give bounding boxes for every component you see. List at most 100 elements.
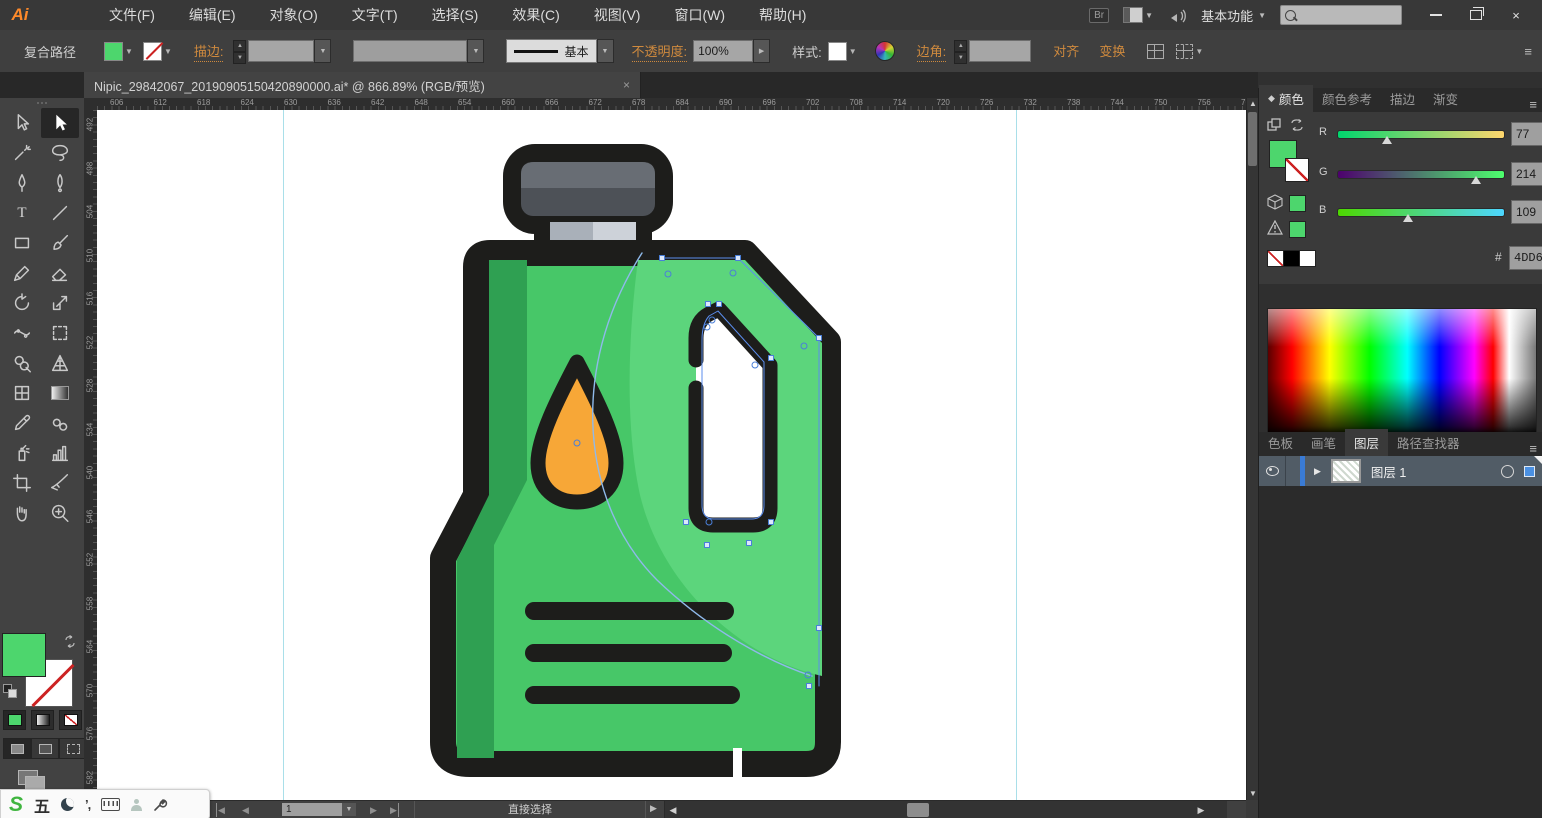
gradient-tool[interactable] — [41, 378, 79, 408]
tab-color-menu-icon[interactable]: ≡ — [1529, 97, 1542, 112]
fill-color-swatch[interactable] — [104, 42, 123, 61]
mesh-tool[interactable] — [3, 378, 41, 408]
first-artboard-icon[interactable]: ◀ — [216, 803, 225, 817]
vertical-ruler[interactable]: 4924985045105165225285345405465525585645… — [84, 110, 98, 800]
tab-panels-menu-icon[interactable]: ≡ — [1529, 441, 1542, 456]
white-swatch[interactable] — [1299, 250, 1316, 267]
layer-selection-chip[interactable] — [1524, 466, 1535, 477]
out-of-web-warning-icon[interactable] — [1267, 220, 1283, 235]
transform-button[interactable]: 变换 — [1099, 41, 1125, 61]
isolate-icon[interactable] — [1176, 44, 1193, 59]
value-field-G[interactable]: 214 — [1511, 162, 1542, 186]
vertical-scroll-thumb[interactable] — [1248, 112, 1257, 166]
stroke-weight-field[interactable] — [248, 40, 314, 62]
share-icon[interactable] — [1167, 6, 1187, 24]
column-graph-tool[interactable] — [41, 438, 79, 468]
width-tool[interactable] — [3, 318, 41, 348]
width-profile-field[interactable] — [353, 40, 467, 62]
status-flyout-icon[interactable]: ▶ — [650, 803, 657, 814]
artboard-tool[interactable] — [3, 468, 41, 498]
out-of-gamut-cube-icon[interactable] — [1267, 194, 1283, 210]
scroll-right-icon[interactable]: ▶ — [1193, 801, 1209, 818]
gamut-swatch[interactable] — [1289, 195, 1306, 212]
ime-logo[interactable]: S — [9, 792, 23, 818]
lasso-tool[interactable] — [41, 138, 79, 168]
color-mode-button[interactable] — [3, 710, 26, 730]
arrange-documents-icon[interactable] — [1147, 44, 1164, 59]
menu-item-8[interactable]: 帮助(H) — [746, 1, 819, 29]
brush-definition-box[interactable]: 基本 — [506, 39, 596, 63]
web-safe-swatch[interactable] — [1289, 221, 1306, 238]
swap-fill-stroke-icon[interactable] — [62, 634, 78, 650]
copy-color-icon[interactable] — [1267, 118, 1283, 132]
restore-button[interactable] — [1456, 0, 1496, 30]
direct-selection-tool[interactable] — [41, 108, 79, 138]
hex-value-field[interactable]: 4DD66D — [1509, 246, 1542, 270]
tab-panels-2[interactable]: 图层 — [1345, 429, 1388, 456]
corner-field[interactable] — [969, 40, 1031, 62]
artboard-dropdown-icon[interactable]: ▼ — [342, 803, 356, 816]
artboard-number-field[interactable]: 1 — [282, 803, 348, 816]
fill-indicator[interactable] — [3, 634, 45, 676]
control-panel-menu-icon[interactable]: ≡ — [1524, 44, 1532, 59]
line-segment-tool[interactable] — [41, 198, 79, 228]
stroke-weight-stepper[interactable]: ▲▼ — [233, 40, 246, 62]
last-artboard-icon[interactable]: ▶ — [390, 803, 399, 817]
paintbrush-tool[interactable] — [41, 228, 79, 258]
hand-tool[interactable] — [3, 498, 41, 528]
type-tool[interactable]: T — [3, 198, 41, 228]
draw-behind-button[interactable] — [31, 738, 59, 759]
layer-expand-icon[interactable]: ▶ — [1314, 466, 1321, 477]
none-mode-button[interactable] — [59, 710, 82, 730]
slider-handle-G[interactable] — [1471, 176, 1481, 184]
corner-link[interactable]: 边角: — [917, 41, 947, 62]
tab-color-2[interactable]: 描边 — [1381, 85, 1424, 112]
menu-item-1[interactable]: 编辑(E) — [176, 1, 249, 29]
stroke-dropdown-icon[interactable]: ▼ — [164, 47, 172, 56]
ime-input-mode[interactable]: 五 — [34, 793, 50, 817]
blend-tool[interactable] — [41, 408, 79, 438]
bridge-icon[interactable]: Br — [1089, 8, 1109, 23]
tab-color-3[interactable]: 渐变 — [1424, 85, 1467, 112]
width-profile-dropdown[interactable]: ▼ — [467, 39, 484, 63]
slider-handle-B[interactable] — [1403, 214, 1413, 222]
layer-name[interactable]: 图层 1 — [1371, 462, 1406, 481]
workspace-selector[interactable]: 基本功能▼ — [1201, 6, 1266, 25]
ime-fullhalf-moon-icon[interactable] — [61, 798, 74, 811]
ime-settings-wrench-icon[interactable] — [153, 797, 168, 812]
pen-tool[interactable] — [3, 168, 41, 198]
next-artboard-icon[interactable]: ▶ — [370, 803, 377, 817]
symbol-sprayer-tool[interactable] — [3, 438, 41, 468]
slider-handle-R[interactable] — [1382, 136, 1392, 144]
panel-stroke-swatch[interactable] — [1285, 158, 1309, 182]
layer-visibility-toggle[interactable] — [1259, 466, 1285, 476]
slice-tool[interactable] — [41, 468, 79, 498]
recolor-artwork-icon[interactable] — [875, 41, 895, 61]
selection-tool[interactable] — [3, 108, 41, 138]
value-field-B[interactable]: 109 — [1511, 200, 1542, 224]
menu-item-6[interactable]: 视图(V) — [581, 1, 654, 29]
current-tool-label[interactable]: 直接选择 — [414, 801, 646, 818]
rectangle-tool[interactable] — [3, 228, 41, 258]
gradient-mode-button[interactable] — [31, 710, 54, 730]
tab-color-0[interactable]: ◆颜色 — [1259, 85, 1313, 112]
search-input[interactable] — [1280, 5, 1402, 25]
opacity-field[interactable]: 100% — [693, 40, 753, 62]
layer-target-icon[interactable] — [1501, 465, 1514, 478]
arrange-dropdown-icon[interactable]: ▼ — [1195, 47, 1203, 56]
black-swatch[interactable] — [1283, 250, 1300, 267]
tab-panels-0[interactable]: 色板 — [1259, 429, 1302, 456]
curvature-tool[interactable] — [41, 168, 79, 198]
tab-panels-1[interactable]: 画笔 — [1302, 429, 1345, 456]
ime-toolbar[interactable]: S 五 ’, — [0, 789, 210, 818]
close-button[interactable]: × — [1496, 0, 1536, 30]
draw-inside-button[interactable] — [59, 738, 87, 759]
draw-normal-button[interactable] — [3, 738, 31, 759]
minimize-button[interactable] — [1416, 0, 1456, 30]
ime-punctuation-icon[interactable]: ’, — [85, 797, 90, 812]
ime-keyboard-icon[interactable] — [101, 798, 120, 811]
magic-wand-tool[interactable] — [3, 138, 41, 168]
zoom-tool[interactable] — [41, 498, 79, 528]
stroke-panel-link[interactable]: 描边: — [194, 41, 224, 62]
slider-track-R[interactable] — [1337, 130, 1505, 139]
